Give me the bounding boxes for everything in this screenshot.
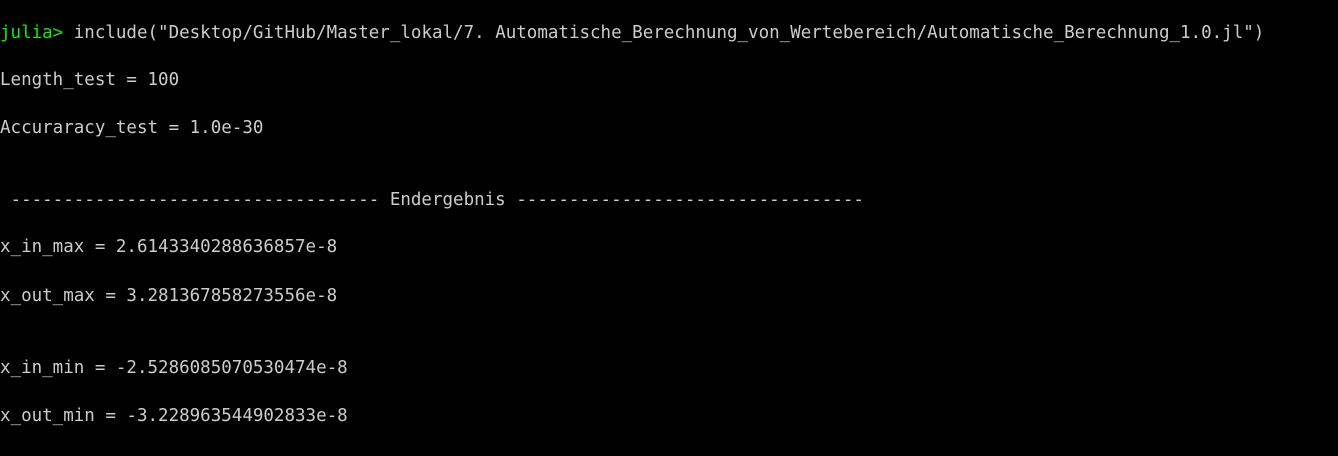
output-x-in-min: x_in_min = -2.5286085070530474e-8	[0, 358, 348, 378]
output-accuracy-test: Accuraracy_test = 1.0e-30	[0, 118, 264, 138]
command-line: julia> include("Desktop/GitHub/Master_lo…	[0, 21, 1264, 45]
output-section-header: ----------------------------------- Ende…	[0, 190, 864, 210]
output-length-test: Length_test = 100	[0, 70, 180, 90]
command-text: include("Desktop/GitHub/Master_lokal/7. …	[63, 23, 1265, 43]
output-x-out-max: x_out_max = 3.281367858273556e-8	[0, 286, 338, 306]
terminal-window[interactable]: julia> include("Desktop/GitHub/Master_lo…	[0, 0, 1338, 456]
julia-prompt: julia>	[0, 23, 64, 43]
output-x-out-min: x_out_min = -3.228963544902833e-8	[0, 406, 348, 426]
output-x-in-max: x_in_max = 2.6143340288636857e-8	[0, 237, 338, 257]
